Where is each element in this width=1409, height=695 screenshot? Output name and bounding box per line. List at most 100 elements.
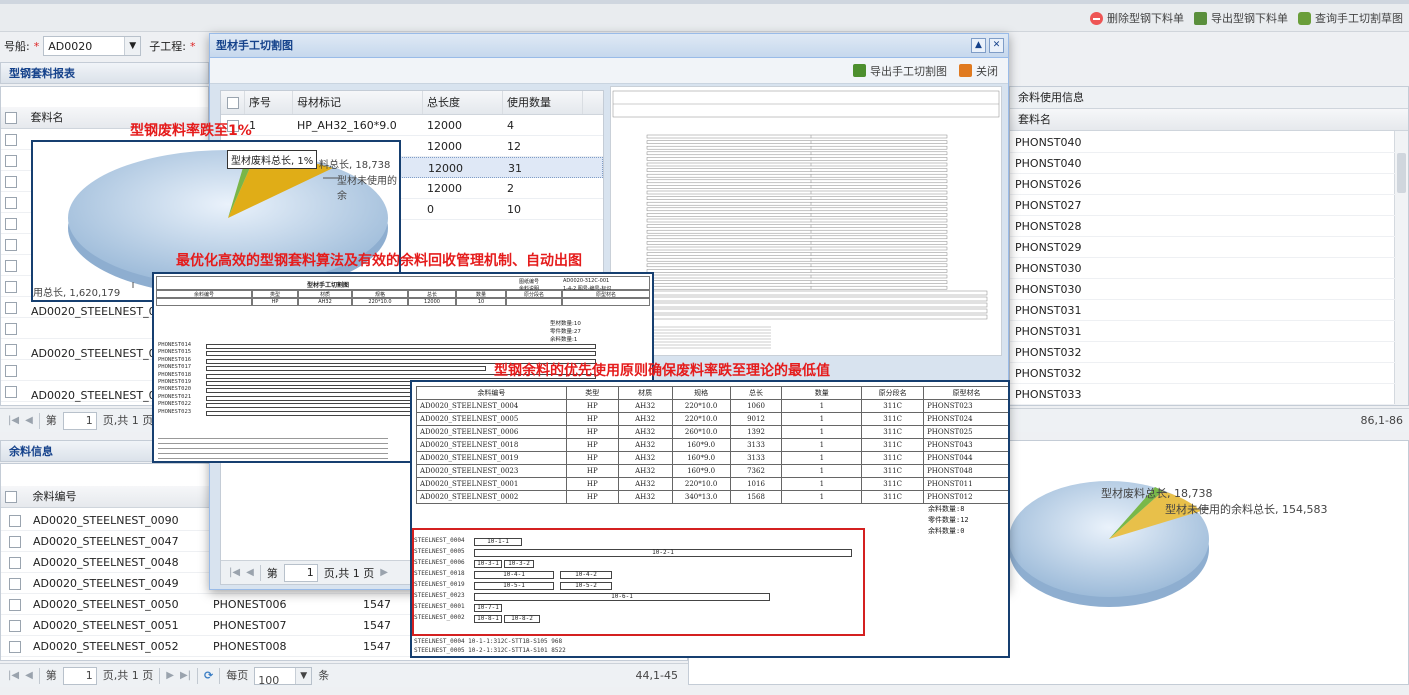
remnant-table-cell: AH32	[617, 399, 673, 413]
close-icon[interactable]: ✕	[989, 38, 1004, 53]
remnant-table-row: AD0020_STEELNEST_0004 HP AH32 220*10.0 1060 1…	[416, 399, 1008, 413]
chevron-down-icon[interactable]: ▼	[124, 37, 141, 55]
nest-name: STEELNEST_0001	[414, 603, 465, 610]
usage-row-name: PHONST026	[1015, 178, 1082, 191]
drawing-cell	[156, 298, 252, 306]
row-checkbox[interactable]	[9, 578, 21, 590]
nest-segment: 10-1-1	[474, 538, 522, 546]
usage-row[interactable]: PHONST031	[1010, 300, 1396, 321]
row-checkbox[interactable]	[9, 515, 21, 527]
query-icon	[1298, 11, 1311, 25]
row-checkbox[interactable]	[5, 155, 17, 167]
next-page-icon-3[interactable]: ▶	[380, 567, 388, 578]
usage-row[interactable]: PHONST040	[1010, 132, 1396, 153]
usage-row[interactable]: PHONST027	[1010, 195, 1396, 216]
first-page-icon-2[interactable]: |◀	[8, 664, 19, 688]
remnant-select-all[interactable]	[5, 491, 17, 503]
usage-row-name: PHONST031	[1015, 304, 1082, 317]
nest-segment: 10-8-1	[474, 615, 502, 623]
preview-part-bar	[646, 246, 948, 251]
usage-row-name: PHONST029	[1015, 241, 1082, 254]
row-checkbox[interactable]	[5, 386, 17, 398]
remnant-table-cell: HP	[565, 412, 619, 426]
chevron-down-icon-2[interactable]: ▼	[295, 667, 312, 684]
row-checkbox[interactable]	[5, 302, 17, 314]
collapse-icon[interactable]: ▲	[971, 38, 986, 53]
remnant-table-cell: 311C	[861, 451, 925, 465]
row-checkbox[interactable]	[5, 176, 17, 188]
query-sketch-button[interactable]: 查询手工切割草图	[1298, 10, 1403, 26]
last-page-icon[interactable]: ▶|	[180, 664, 191, 688]
refresh-icon[interactable]: ⟳	[204, 664, 213, 688]
pie-tooltip: 型材废料总长, 1%	[227, 150, 318, 169]
row-checkbox[interactable]	[5, 365, 17, 377]
row-checkbox[interactable]	[9, 641, 21, 653]
remnant-code: AD0020_STEELNEST_0047	[33, 535, 179, 548]
usage-scrollbar[interactable]	[1394, 131, 1408, 405]
unused-label: 型材未使用的余料总长, 154,583	[1165, 503, 1328, 516]
remnant-source: PHONEST008	[213, 640, 287, 653]
material-row[interactable]: 1 HP_AH32_160*9.0 12000 4	[221, 115, 603, 136]
page-input-3[interactable]: 1	[283, 563, 318, 582]
usage-row[interactable]: PHONST040	[1010, 153, 1396, 174]
part-bar	[206, 366, 486, 372]
dialog-titlebar[interactable]: 型材手工切割图 ▲ ✕	[210, 34, 1008, 58]
ship-select[interactable]: AD0020 ▼	[43, 36, 142, 56]
drawing-cell: 12000	[408, 298, 456, 306]
preview-stock-bar	[616, 314, 988, 320]
row-checkbox[interactable]	[9, 557, 21, 569]
prev-page-icon[interactable]: ◀	[25, 409, 33, 433]
material-select-all[interactable]	[226, 97, 239, 109]
first-page-icon-3[interactable]: |◀	[229, 567, 240, 578]
usage-row[interactable]: PHONST026	[1010, 174, 1396, 195]
remnant-length: 1547	[363, 640, 391, 653]
nest-segment: 10-4-2	[560, 571, 612, 579]
preview-stock-bar	[616, 296, 988, 302]
nest-segment: 10-2-1	[474, 549, 852, 557]
preview-part-bar	[646, 241, 948, 245]
prev-page-icon-3[interactable]: ◀	[246, 567, 254, 578]
row-checkbox[interactable]	[5, 281, 17, 293]
row-checkbox[interactable]	[5, 323, 17, 335]
row-checkbox[interactable]	[5, 260, 17, 272]
page-input[interactable]: 1	[62, 411, 97, 430]
select-all-checkbox[interactable]	[5, 112, 17, 124]
export-cutlist-button[interactable]: 导出型钢下料单	[1194, 10, 1288, 26]
preview-part-bar	[646, 190, 948, 195]
usage-row[interactable]: PHONST028	[1010, 216, 1396, 237]
row-checkbox[interactable]	[9, 536, 21, 548]
usage-row[interactable]: PHONST031	[1010, 321, 1396, 342]
first-page-icon[interactable]: |◀	[8, 409, 19, 433]
scroll-thumb[interactable]	[1397, 153, 1406, 193]
usage-row-name: PHONST040	[1015, 136, 1082, 149]
required-mark: *	[33, 39, 40, 53]
row-checkbox[interactable]	[5, 218, 17, 230]
delete-cutlist-button[interactable]: 删除型钢下料单	[1090, 10, 1184, 26]
usage-row[interactable]: PHONST029	[1010, 237, 1396, 258]
row-checkbox[interactable]	[9, 599, 21, 611]
row-checkbox[interactable]	[5, 197, 17, 209]
row-checkbox[interactable]	[5, 344, 17, 356]
usage-row[interactable]: PHONST033	[1010, 384, 1396, 405]
prev-page-icon-2[interactable]: ◀	[25, 664, 33, 688]
preview-part-bar	[646, 185, 948, 189]
sketch-preview-svg	[612, 90, 1000, 349]
drawing-cell: 220*10.0	[352, 298, 408, 306]
row-checkbox[interactable]	[5, 239, 17, 251]
page-input-2[interactable]: 1	[62, 666, 97, 685]
next-page-icon[interactable]: ▶	[166, 664, 174, 688]
nest-col-name: 套料名	[30, 111, 64, 124]
per-page-select[interactable]: 100 ▼	[254, 666, 313, 687]
row-checkbox[interactable]	[9, 620, 21, 632]
export-sketch-button[interactable]: 导出手工切割图	[853, 63, 947, 79]
usage-row[interactable]: PHONST030	[1010, 279, 1396, 300]
dialog-close-button[interactable]: 关闭	[959, 63, 998, 79]
usage-row[interactable]: PHONST030	[1010, 258, 1396, 279]
drawing-stats: 型材数量:10 零件数量:27 余料数量:1	[550, 320, 581, 344]
remnant-table-cell: AD0020_STEELNEST_0006	[416, 425, 567, 439]
per-page-pre: 每页	[226, 668, 249, 682]
usage-row[interactable]: PHONST032	[1010, 363, 1396, 384]
usage-row[interactable]: PHONST032	[1010, 342, 1396, 363]
row-checkbox[interactable]	[5, 134, 17, 146]
remnant-table-cell: PHONST024	[923, 412, 1008, 426]
